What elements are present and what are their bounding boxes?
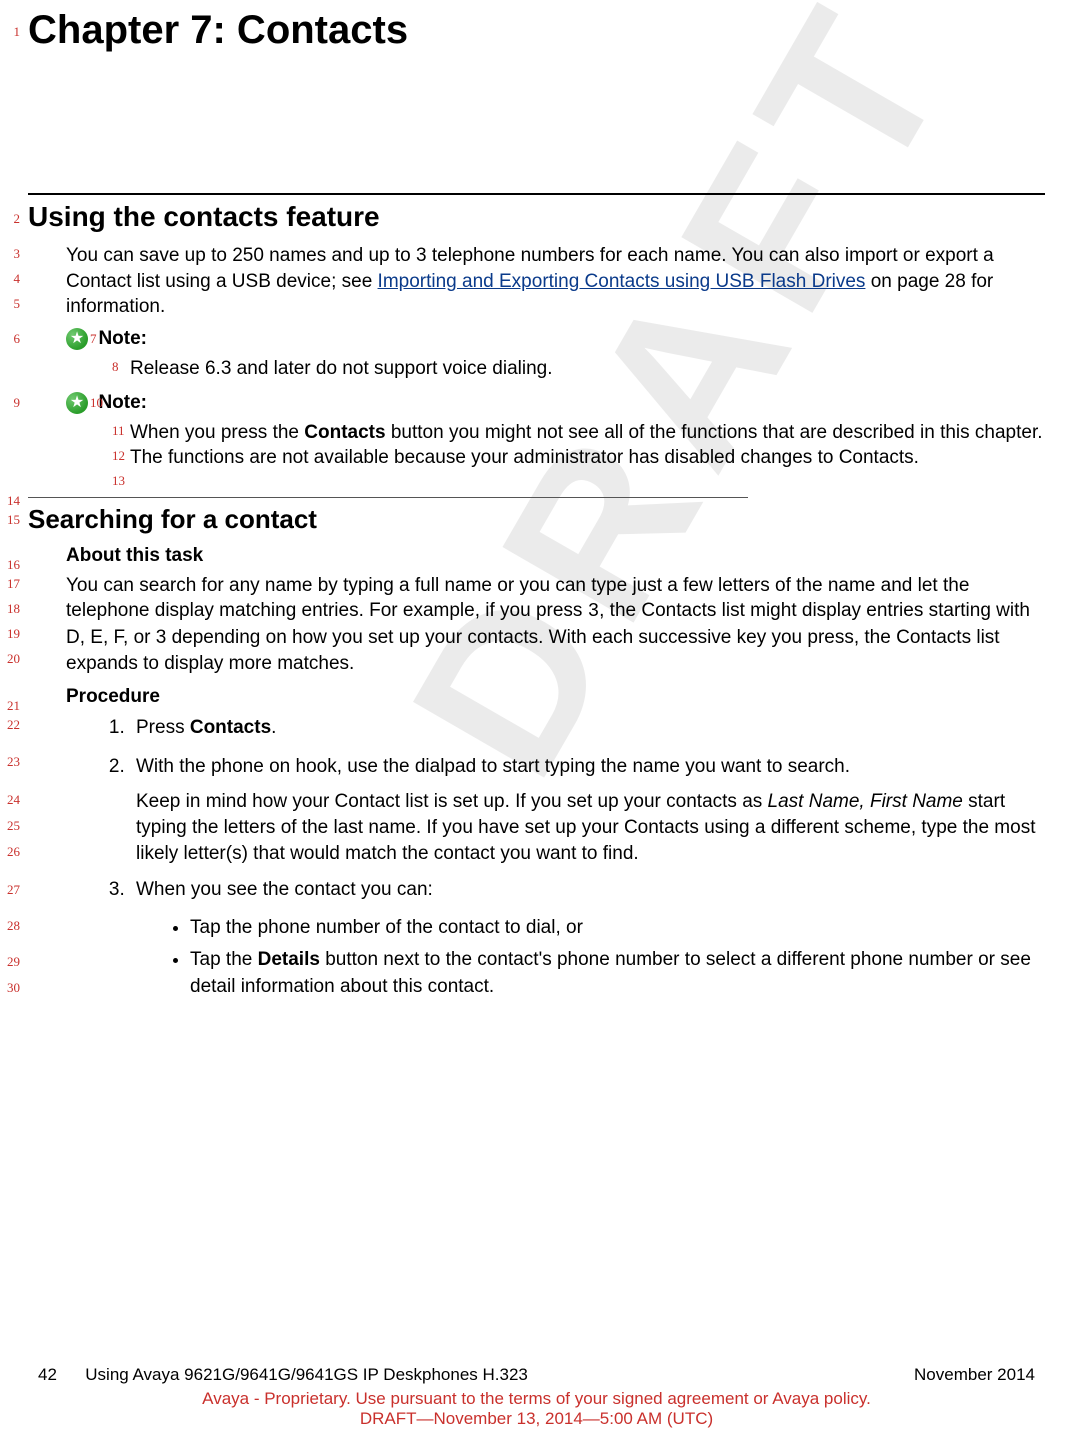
step1-pre: Press [136, 717, 190, 738]
note2-label: Note: [98, 392, 147, 413]
bullet-2: Tap the Details button next to the conta… [190, 947, 1045, 1000]
line-num-30: 30 [0, 980, 20, 996]
note1-body: Release 6.3 and later do not support voi… [130, 356, 1045, 382]
doc-title: Using Avaya 9621G/9641G/9641GS IP Deskph… [85, 1365, 528, 1384]
section-rule [28, 193, 1045, 195]
bullet2-pre: Tap the [190, 949, 258, 970]
line-num-25: 25 [0, 818, 20, 834]
step1-bold: Contacts [190, 717, 271, 738]
line-num-8: 8 [112, 359, 119, 375]
bullet2-bold: Details [258, 949, 320, 970]
intro-paragraph: You can save up to 250 names and up to 3… [66, 243, 1045, 320]
step1-post: . [271, 717, 276, 738]
line-num-4: 4 [0, 271, 20, 287]
line-num-24: 24 [0, 792, 20, 808]
line-num-27: 27 [0, 882, 20, 898]
step3-bullets: Tap the phone number of the contact to d… [190, 915, 1045, 1001]
note2-bold: Contacts [304, 422, 385, 443]
line-num-23: 23 [0, 754, 20, 770]
line-num-20: 20 [0, 651, 20, 667]
footer-date: November 2014 [914, 1365, 1035, 1385]
line-num-16: 16 [0, 557, 20, 573]
line-num-21: 21 [0, 698, 20, 714]
step-2: With the phone on hook, use the dialpad … [130, 753, 1045, 866]
line-num-1: 1 [0, 24, 20, 40]
step2-text: With the phone on hook, use the dialpad … [136, 756, 850, 777]
step2-extra-italic: Last Name, First Name [768, 791, 963, 812]
line-num-15: 15 [0, 512, 20, 528]
chapter-title: Chapter 7: Contacts [28, 0, 1045, 53]
footer-proprietary: Avaya - Proprietary. Use pursuant to the… [0, 1389, 1073, 1409]
step2-extra-pre: Keep in mind how your Contact list is se… [136, 791, 768, 812]
line-num-2: 2 [0, 211, 20, 227]
step-1: Press Contacts. [130, 714, 1045, 743]
step2-extra: Keep in mind how your Contact list is se… [136, 789, 1045, 866]
line-num-17: 17 [0, 576, 20, 592]
about-task-body: You can search for any name by typing a … [66, 573, 1045, 677]
line-num-3: 3 [0, 246, 20, 262]
about-key: 3 [588, 600, 599, 622]
procedure-list: Press Contacts. With the phone on hook, … [130, 714, 1045, 904]
line-num-13: 13 [112, 473, 125, 489]
line-num-19: 19 [0, 626, 20, 642]
procedure-heading: Procedure [66, 686, 1045, 708]
note2-body: When you press the Contacts button you m… [130, 420, 1045, 471]
section-using-contacts: Using the contacts feature [28, 201, 1045, 233]
page-footer: 42 Using Avaya 9621G/9641G/9641GS IP Des… [0, 1365, 1073, 1429]
usb-import-export-link[interactable]: Importing and Exporting Contacts using U… [378, 271, 866, 292]
bullet-1: Tap the phone number of the contact to d… [190, 915, 1045, 942]
step3-text: When you see the contact you can: [136, 879, 433, 900]
subsection-rule [28, 497, 748, 498]
line-num-29: 29 [0, 954, 20, 970]
note-icon: ★ [66, 392, 88, 414]
about-task-heading: About this task [66, 545, 1045, 567]
line-num-11: 11 [112, 423, 125, 439]
line-num-26: 26 [0, 844, 20, 860]
footer-draft-stamp: DRAFT—November 13, 2014—5:00 AM (UTC) [0, 1409, 1073, 1429]
line-num-6: 6 [0, 331, 20, 347]
note2-pre: When you press the [130, 422, 304, 443]
step-3: When you see the contact you can: [130, 876, 1045, 905]
line-num-12: 12 [112, 448, 125, 464]
line-num-9: 9 [0, 395, 20, 411]
note1-label: Note: [98, 328, 147, 349]
line-num-7: 7 [90, 331, 97, 347]
page-number: 42 [38, 1365, 57, 1384]
line-num-22: 22 [0, 717, 20, 733]
line-num-18: 18 [0, 601, 20, 617]
section-searching: Searching for a contact [28, 504, 1045, 535]
line-num-10: 10 [90, 395, 103, 411]
line-num-28: 28 [0, 918, 20, 934]
line-num-5: 5 [0, 296, 20, 312]
note-icon: ★ [66, 328, 88, 350]
